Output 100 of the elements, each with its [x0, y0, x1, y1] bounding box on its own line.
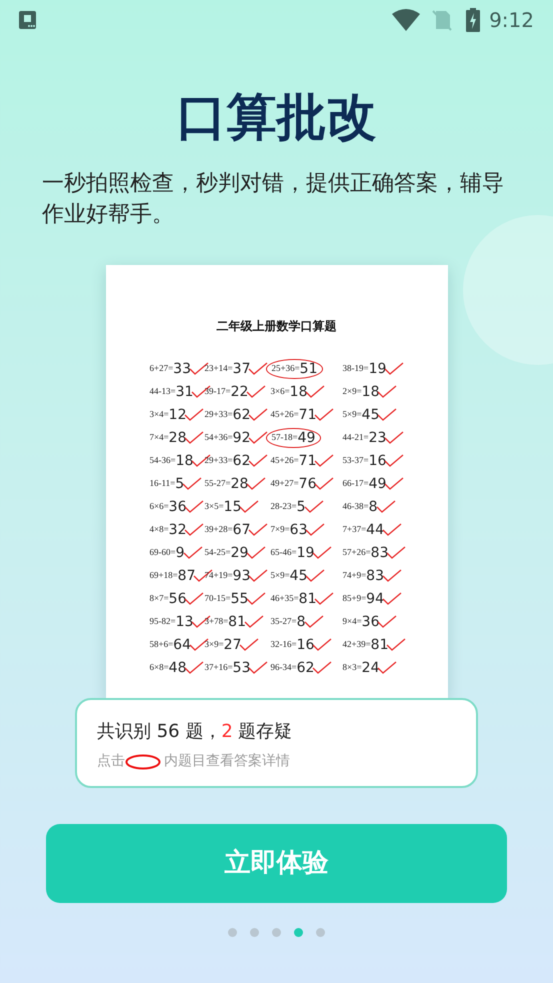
problem-text: 57-18=	[272, 430, 298, 444]
problem-text: 9×4=	[342, 614, 362, 628]
handwritten-answer: 5	[296, 498, 306, 514]
summary-text: 共识别 56 题，	[97, 720, 222, 744]
handwritten-answer: 53	[232, 660, 250, 676]
problem-text: 7+37=	[342, 522, 366, 536]
problem-text: 53-37=	[342, 454, 369, 467]
handwritten-answer: 13	[176, 614, 194, 630]
problem-text: 7×4=	[150, 430, 169, 444]
problem-text: 65-46=	[270, 546, 297, 559]
battery-charging-icon	[466, 8, 480, 32]
problem-text: 5×9=	[342, 408, 362, 421]
handwritten-answer: 15	[224, 498, 242, 514]
problem-text: 96-34=	[270, 660, 297, 674]
handwritten-answer: 45	[362, 406, 380, 422]
handwritten-answer: 32	[168, 522, 186, 538]
handwritten-answer: 48	[168, 660, 186, 676]
handwritten-answer: 8	[296, 614, 306, 630]
handwritten-answer: 37	[232, 360, 250, 376]
handwritten-answer: 16	[296, 636, 314, 652]
problem-text: 54-25=	[204, 546, 231, 559]
problem-text: 58+6=	[150, 638, 174, 651]
problem-text: 28-23=	[270, 500, 297, 513]
problem-text: 2×9=	[342, 384, 362, 398]
handwritten-answer: 19	[368, 360, 386, 376]
handwritten-answer: 67	[232, 522, 250, 538]
problem-text: 45+26=	[270, 454, 299, 467]
hint-text: 点击	[97, 752, 125, 771]
problem-text: 39+28=	[204, 522, 233, 536]
handwritten-answer: 36	[362, 614, 380, 630]
problem-text: 54+36=	[204, 430, 233, 444]
handwritten-answer: 18	[362, 384, 380, 400]
ellipse-icon	[125, 754, 161, 770]
handwritten-answer: 81	[298, 590, 316, 606]
handwritten-answer: 87	[178, 568, 196, 584]
handwritten-answer: 45	[290, 568, 308, 584]
no-sim-icon	[431, 9, 454, 31]
handwritten-answer: 29	[230, 544, 248, 560]
handwritten-answer: 31	[176, 384, 194, 400]
problem-text: 95-82=	[150, 614, 176, 628]
handwritten-answer: 62	[232, 406, 250, 422]
handwritten-answer: 63	[290, 522, 308, 538]
problem-text: 42+39=	[342, 638, 371, 651]
problem-text: 4×8=	[150, 522, 169, 536]
handwritten-answer: 27	[224, 636, 242, 652]
handwritten-answer: 83	[366, 568, 384, 584]
handwritten-answer: 24	[362, 660, 380, 676]
page-title: 口算批改	[176, 88, 376, 146]
problem-text: 39-17=	[204, 384, 231, 398]
handwritten-answer: 49	[298, 430, 316, 446]
handwritten-answer: 28	[230, 476, 248, 492]
handwritten-answer: 56	[168, 590, 186, 606]
problem-text: 45+26=	[270, 408, 299, 421]
handwritten-answer: 18	[176, 452, 194, 468]
handwritten-answer: 49	[368, 476, 386, 492]
problem-text: 35-27=	[270, 614, 297, 628]
problem-text: 85+9=	[342, 592, 366, 605]
handwritten-answer: 71	[298, 406, 316, 422]
problem-text: 3×6=	[270, 384, 290, 398]
problem-text: 38-19=	[342, 362, 369, 375]
handwritten-answer: 18	[290, 384, 308, 400]
hint-text: 内题目查看答案详情	[164, 752, 290, 771]
handwritten-answer: 83	[370, 544, 388, 560]
handwritten-answer: 16	[368, 452, 386, 468]
problem-text: 49+27=	[270, 476, 299, 490]
doubt-count: 2	[221, 720, 233, 744]
handwritten-answer: 22	[230, 384, 248, 400]
problem-text: 29+33=	[204, 454, 233, 467]
problem-text: 3×4=	[150, 408, 169, 421]
handwritten-answer: 51	[300, 360, 318, 376]
problem-text: 74+9=	[342, 568, 366, 582]
handwritten-answer: 62	[232, 452, 250, 468]
handwritten-answer: 33	[173, 360, 191, 376]
handwritten-answer: 44	[366, 522, 384, 538]
handwritten-answer: 12	[168, 406, 186, 422]
problem-text: 70-15=	[204, 592, 231, 605]
problem-text: 66-17=	[342, 476, 369, 490]
problem-text: 6+27=	[150, 362, 174, 375]
problem-text: 25+36=	[272, 362, 300, 375]
problem-text: 74+19=	[204, 568, 233, 582]
problem-text: 8×7=	[150, 592, 169, 605]
handwritten-answer: 71	[298, 452, 316, 468]
handwritten-answer: 8	[368, 498, 378, 514]
problem-text: 3×9=	[204, 638, 224, 651]
handwritten-answer: 94	[366, 590, 384, 606]
problem-text: 44-13=	[150, 384, 176, 398]
problem-text: 69+18=	[150, 568, 178, 582]
handwritten-answer: 81	[370, 636, 388, 652]
handwritten-answer: 62	[296, 660, 314, 676]
handwritten-answer: 76	[298, 476, 316, 492]
worksheet-title: 二年级上册数学口算题	[216, 318, 336, 335]
problem-text: 54-36=	[150, 454, 176, 467]
problem-text: 6×8=	[150, 660, 169, 674]
handwritten-answer: 23	[368, 430, 386, 446]
problem-text: 3×5=	[204, 500, 224, 513]
page-subtitle: 一秒拍照检查，秒判对错，提供正确答案，辅导作业好帮手。	[41, 170, 505, 229]
handwritten-answer: 19	[296, 544, 314, 560]
problem-text: 8×3=	[342, 660, 362, 674]
handwritten-answer: 64	[173, 636, 191, 652]
problem-text: 44-21=	[342, 430, 369, 444]
